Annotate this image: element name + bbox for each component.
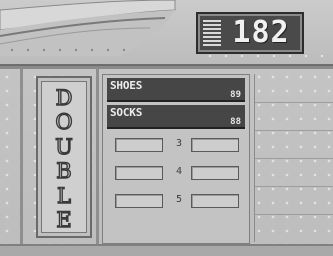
left-rail [20,68,23,256]
game-screen: 182 D O U B L E SHOES 89 SOCKS 88 3 4 5 [0,0,333,256]
double-letter: E [56,207,73,233]
slot-row-5[interactable]: 5 [107,189,245,211]
item-bar-value: 89 [230,90,241,100]
double-panel: D O U B L E [36,76,92,238]
double-letter: O [55,110,74,135]
double-letter: U [54,134,73,159]
top-rail [0,66,333,69]
item-bar-shoes[interactable]: SHOES 89 [107,78,245,102]
inner-rail [96,68,99,256]
slot-number: 4 [175,166,183,177]
double-letter: B [56,159,73,184]
item-bar-label: SOCKS [110,106,143,119]
slot-right [191,194,239,208]
slot-number: 3 [175,138,183,149]
counter-value: 182 [232,15,290,50]
score-counter: 182 [196,12,304,54]
slot-row-3[interactable]: 3 [107,133,245,155]
right-divider [255,158,333,159]
double-letters: D O U B L E [38,85,90,233]
slot-left [115,166,163,180]
right-divider [255,214,333,215]
slot-right [191,166,239,180]
slot-row-4[interactable]: 4 » [107,161,245,183]
right-divider [255,186,333,187]
right-divider [255,102,333,103]
double-letter: L [56,183,71,208]
slot-left [115,138,163,152]
double-letter: D [55,85,73,110]
item-column: SHOES 89 SOCKS 88 3 4 » 5 [102,74,250,244]
slot-left [115,194,163,208]
right-column [254,74,333,242]
slot-number: 5 [175,194,183,205]
item-bar-label: SHOES [110,79,143,92]
item-bar-value: 88 [230,117,241,127]
right-divider [255,130,333,131]
item-bar-socks[interactable]: SOCKS 88 [107,105,245,129]
header-strip: 182 [0,0,333,67]
striped-grip-icon [203,20,221,46]
bottom-strip [0,244,333,256]
slot-right [191,138,239,152]
